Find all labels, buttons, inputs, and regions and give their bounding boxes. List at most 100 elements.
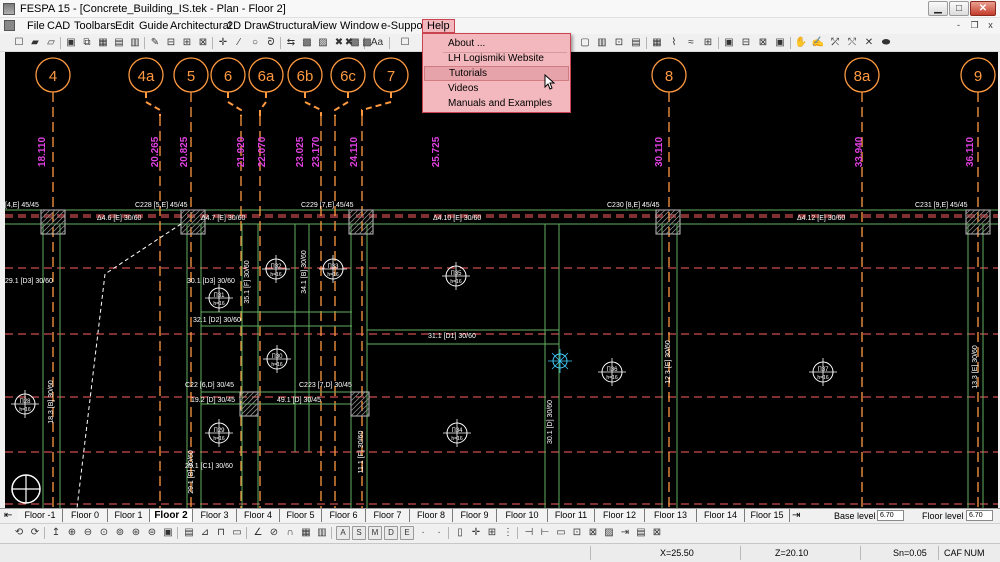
floor-tab[interactable]: Floor 7 — [366, 509, 410, 522]
maximize-button[interactable]: □ — [949, 1, 969, 16]
bottom-tool-icon[interactable]: ▣ — [161, 526, 175, 540]
toolbar-tool-icon[interactable]: ✕ — [862, 36, 876, 50]
toolbar-tool-icon[interactable]: ⧉ — [80, 36, 94, 50]
floor-tab[interactable]: Floor 0 — [63, 509, 108, 522]
toolbar-tool-icon[interactable]: ⊠ — [196, 36, 210, 50]
toolbar-tool-icon[interactable]: ▥ — [595, 36, 609, 50]
floor-tab[interactable]: Floor 4 — [237, 509, 280, 522]
bottom-tool-icon[interactable]: ⊠ — [586, 526, 600, 540]
bottom-tool-icon[interactable]: ▭ — [230, 526, 244, 540]
toolbar-tool-icon[interactable]: ✖ — [342, 36, 356, 50]
bottom-tool-icon[interactable]: ▥ — [315, 526, 329, 540]
toolbar-tool-icon[interactable]: ⊞ — [180, 36, 194, 50]
toolbar-tool-icon[interactable]: ⌇ — [667, 36, 681, 50]
bottom-tool-icon[interactable]: ⋮ — [501, 526, 515, 540]
toolbar-tool-icon[interactable]: ⊞ — [701, 36, 715, 50]
bottom-tool-icon[interactable]: ∠ — [251, 526, 265, 540]
toolbar-tool-icon[interactable]: ✍ — [811, 36, 825, 50]
toolbar-tool-icon[interactable]: ☐ — [398, 36, 412, 50]
bottom-tool-icon[interactable]: ⊜ — [145, 526, 159, 540]
bottom-tool-icon[interactable]: ⊛ — [129, 526, 143, 540]
bottom-tool-icon[interactable]: ∙ — [432, 526, 446, 540]
minimize-button[interactable]: ▁ — [928, 1, 948, 16]
floor-tab[interactable]: Floor 6 — [322, 509, 366, 522]
bottom-tool-icon[interactable]: ⟲ — [12, 526, 26, 540]
bottom-tool-icon[interactable]: ▭ — [554, 526, 568, 540]
toolbar-tool-icon[interactable]: ▩ — [300, 36, 314, 50]
floor-tab[interactable]: Floor 2 — [150, 509, 193, 522]
bottom-tool-icon[interactable]: ∙ — [416, 526, 430, 540]
toolbar-tool-icon[interactable]: ✋ — [794, 36, 808, 50]
floor-tab[interactable]: Floor 5 — [280, 509, 322, 522]
floor-tab[interactable]: Floor 11 — [548, 509, 595, 522]
toolbar-tool-icon[interactable]: ⤲ — [845, 36, 859, 50]
toolbar-tool-icon[interactable]: ▤ — [112, 36, 126, 50]
toolbar-tool-icon[interactable]: ⤱ — [828, 36, 842, 50]
floor-tab[interactable]: Floor 14 — [697, 509, 745, 522]
toolbar-tool-icon[interactable]: ▨ — [316, 36, 330, 50]
floor-tab[interactable]: Floor 15 — [745, 509, 790, 522]
bottom-tool-icon[interactable]: ✛ — [469, 526, 483, 540]
floor-tab[interactable]: Floor 8 — [410, 509, 453, 522]
floor-tab[interactable]: Floor -1 — [18, 509, 63, 522]
base-level-field[interactable]: 6.70 — [877, 510, 904, 521]
bottom-tool-icon[interactable]: ⊕ — [65, 526, 79, 540]
floor-level-field[interactable]: 6.70 — [966, 510, 993, 521]
toolbar-tool-icon[interactable]: ⊠ — [756, 36, 770, 50]
toolbar-tool-icon[interactable]: ⊟ — [739, 36, 753, 50]
toolbar-tool-icon[interactable]: ▥ — [128, 36, 142, 50]
toolbar-tool-icon[interactable]: ▣ — [773, 36, 787, 50]
floor-tab[interactable]: Floor 10 — [497, 509, 548, 522]
tabs-left-arrow-icon[interactable]: ⇤ — [4, 509, 12, 522]
bottom-tool-icon[interactable]: ⊢ — [538, 526, 552, 540]
bottom-tool-icon[interactable]: ▦ — [299, 526, 313, 540]
bottom-tool-icon[interactable]: E — [400, 526, 414, 540]
toolbar-tool-icon[interactable]: ▣ — [722, 36, 736, 50]
bottom-tool-icon[interactable]: ⊞ — [485, 526, 499, 540]
bottom-tool-icon[interactable]: ▨ — [602, 526, 616, 540]
toolbar-tool-icon[interactable]: ▰ — [28, 36, 42, 50]
help-about-item[interactable]: About ... — [424, 36, 569, 51]
bottom-tool-icon[interactable]: S — [352, 526, 366, 540]
bottom-tool-icon[interactable]: ⊘ — [267, 526, 281, 540]
bottom-tool-icon[interactable]: ▯ — [453, 526, 467, 540]
toolbar-tool-icon[interactable]: ▱ — [44, 36, 58, 50]
toolbar-tool-icon[interactable]: ▦ — [96, 36, 110, 50]
bottom-tool-icon[interactable]: ▤ — [634, 526, 648, 540]
floor-tab[interactable]: Floor 12 — [595, 509, 645, 522]
mdi-restore-button[interactable]: ❐ — [968, 20, 981, 32]
bottom-tool-icon[interactable]: ⊖ — [81, 526, 95, 540]
bottom-tool-icon[interactable]: D — [384, 526, 398, 540]
toolbar-tool-icon[interactable]: ✎ — [148, 36, 162, 50]
floor-tab[interactable]: Floor 9 — [453, 509, 497, 522]
bottom-tool-icon[interactable]: ⊓ — [214, 526, 228, 540]
toolbar-tool-icon[interactable]: ✛ — [216, 36, 230, 50]
toolbar-tool-icon[interactable]: ⊡ — [612, 36, 626, 50]
help-website-item[interactable]: LH Logismiki Website — [424, 51, 569, 66]
tabs-right-arrow-icon[interactable]: ⇥ — [792, 509, 800, 522]
toolbar-tool-icon[interactable]: ⇆ — [284, 36, 298, 50]
toolbar-tool-icon[interactable]: ▣ — [64, 36, 78, 50]
toolbar-tool-icon[interactable]: ▦ — [650, 36, 664, 50]
bottom-tool-icon[interactable]: ⊠ — [650, 526, 664, 540]
close-button[interactable]: ✕ — [970, 1, 996, 16]
bottom-tool-icon[interactable]: ⊙ — [97, 526, 111, 540]
mdi-close-button[interactable]: x — [984, 20, 997, 32]
bottom-tool-icon[interactable]: ⇥ — [618, 526, 632, 540]
bottom-tool-icon[interactable]: ⊚ — [113, 526, 127, 540]
toolbar-tool-icon[interactable]: ᘐ — [264, 36, 278, 50]
bottom-tool-icon[interactable]: ▤ — [182, 526, 196, 540]
bottom-tool-icon[interactable]: ⊿ — [198, 526, 212, 540]
bottom-tool-icon[interactable]: ↥ — [49, 526, 63, 540]
floor-tab[interactable]: Floor 13 — [645, 509, 697, 522]
toolbar-tool-icon[interactable]: ∕ — [232, 36, 246, 50]
menu-help[interactable]: Help — [422, 19, 455, 33]
toolbar-tool-icon[interactable]: ☐ — [12, 36, 26, 50]
menu-edit[interactable]: Edit — [111, 19, 138, 33]
bottom-tool-icon[interactable]: ∩ — [283, 526, 297, 540]
toolbar-tool-icon[interactable]: ▤ — [629, 36, 643, 50]
bottom-tool-icon[interactable]: ⊡ — [570, 526, 584, 540]
bottom-tool-icon[interactable]: ⊣ — [522, 526, 536, 540]
toolbar-tool-icon[interactable]: ▢ — [578, 36, 592, 50]
mdi-minimize-button[interactable]: - — [952, 20, 965, 32]
